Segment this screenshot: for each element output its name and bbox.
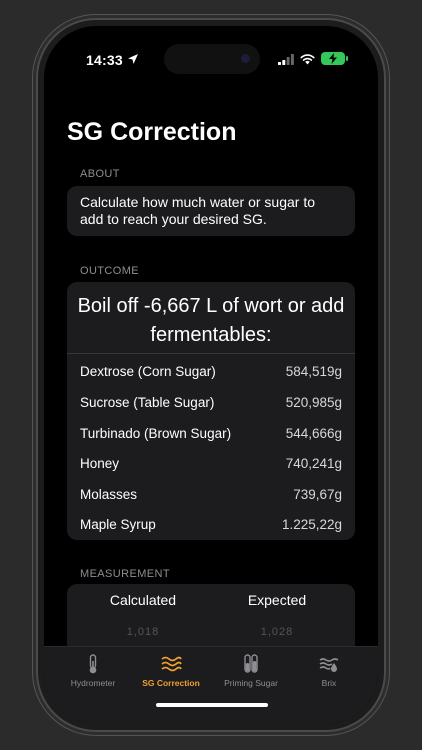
tab-label: Priming Sugar	[224, 678, 278, 688]
about-text: Calculate how much water or sugar to add…	[80, 194, 315, 227]
fermentable-value: 544,666g	[285, 425, 342, 441]
tab-hydrometer[interactable]: Hydrometer	[54, 653, 132, 688]
fermentable-value: 739,67g	[293, 486, 342, 502]
outcome-card: Boil off -6,667 L of wort or add ferment…	[67, 282, 355, 540]
fermentable-name: Honey	[80, 455, 120, 471]
wifi-icon	[300, 54, 315, 65]
status-time: 14:33	[86, 52, 123, 68]
calculated-picker-value[interactable]: 1,018	[83, 626, 203, 638]
fermentable-value: 740,241g	[285, 455, 342, 471]
tab-sg-correction[interactable]: SG Correction	[132, 653, 210, 688]
fermentable-name: Molasses	[80, 486, 138, 502]
expected-picker-value[interactable]: 1,028	[217, 626, 337, 638]
fermentable-name: Sucrose (Table Sugar)	[80, 394, 215, 410]
location-arrow-icon	[128, 54, 138, 64]
fermentable-row-turbinado: Turbinado (Brown Sugar) 544,666g	[80, 418, 342, 448]
charging-bolt-icon	[329, 53, 337, 64]
about-card: Calculate how much water or sugar to add…	[67, 186, 355, 236]
fermentable-row-dextrose: Dextrose (Corn Sugar) 584,519g	[80, 356, 342, 386]
fermentable-value: 1.225,22g	[281, 516, 342, 532]
fermentable-name: Turbinado (Brown Sugar)	[80, 425, 232, 441]
outcome-divider	[67, 353, 355, 354]
tab-label: Hydrometer	[70, 678, 116, 688]
page-title: SG Correction	[67, 118, 237, 146]
fermentable-row-maple-syrup: Maple Syrup 1.225,22g	[80, 509, 342, 539]
fermentable-name: Maple Syrup	[80, 516, 156, 532]
outcome-headline: Boil off -6,667 L of wort or add ferment…	[77, 295, 345, 346]
dynamic-island	[164, 44, 260, 74]
fermentable-value: 584,519g	[285, 363, 342, 379]
screen: 14:33 SG Correction ABOUT Calculate how …	[44, 26, 378, 724]
cellular-signal-icon	[278, 54, 294, 65]
tab-brix[interactable]: Brix	[290, 653, 368, 688]
waves-icon	[161, 656, 182, 672]
test-tubes-icon	[244, 654, 258, 673]
status-bar: 14:33	[44, 26, 378, 82]
brix-icon	[319, 658, 339, 672]
thermometer-icon	[89, 654, 97, 674]
camera-icon	[241, 54, 250, 63]
fermentable-value: 520,985g	[285, 394, 342, 410]
home-indicator[interactable]	[156, 703, 268, 707]
device-stage: 14:33 SG Correction ABOUT Calculate how …	[0, 0, 422, 750]
fermentable-row-sucrose: Sucrose (Table Sugar) 520,985g	[80, 387, 342, 417]
measurement-section-label: MEASUREMENT	[80, 568, 170, 580]
expected-header: Expected	[247, 592, 307, 608]
fermentable-name: Dextrose (Corn Sugar)	[80, 363, 216, 379]
tab-bar: Hydrometer SG Correction Priming Sugar B…	[44, 646, 378, 724]
battery-icon	[321, 52, 348, 65]
about-section-label: ABOUT	[80, 168, 120, 180]
tab-label: SG Correction	[142, 678, 200, 688]
outcome-section-label: OUTCOME	[80, 265, 140, 277]
tab-label: Brix	[321, 678, 337, 688]
fermentable-row-honey: Honey 740,241g	[80, 448, 342, 478]
fermentable-row-molasses: Molasses 739,67g	[80, 479, 342, 509]
calculated-header: Calculated	[109, 592, 177, 608]
tab-priming-sugar[interactable]: Priming Sugar	[212, 653, 290, 688]
